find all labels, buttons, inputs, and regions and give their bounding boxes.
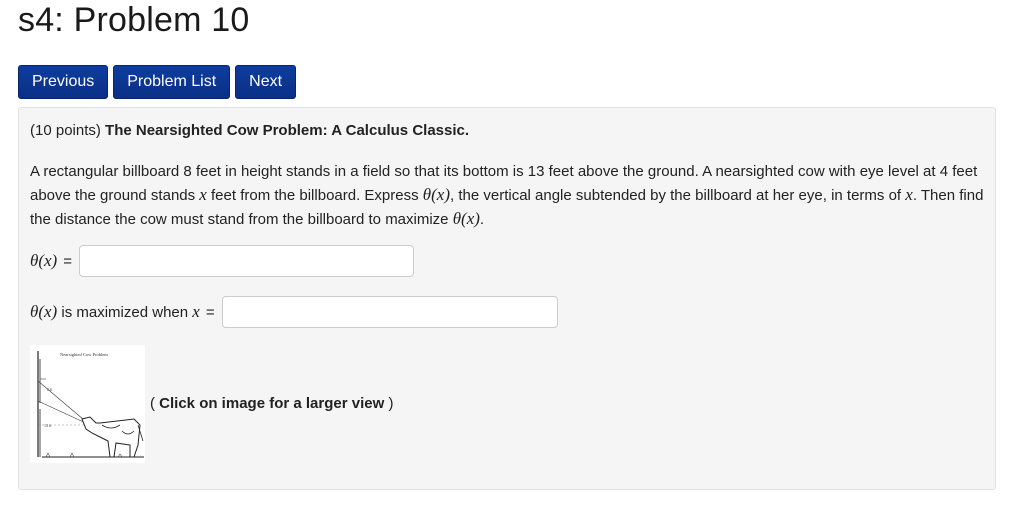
- problem-header: (10 points) The Nearsighted Cow Problem:…: [30, 122, 469, 139]
- click-note-paren: ): [388, 395, 394, 412]
- x-var: x: [192, 302, 200, 321]
- max-text: is maximized when: [57, 303, 193, 321]
- problem-statement: A rectangular billboard 8 feet in height…: [30, 160, 985, 231]
- equals-sign: =: [63, 252, 72, 270]
- statement-text: , the vertical angle subtended by the bi…: [450, 187, 906, 204]
- answer-row-max: θ(x) is maximized when x =: [30, 296, 558, 328]
- theta-label: θ(x): [30, 251, 58, 270]
- points-label: (10 points): [30, 122, 101, 139]
- problem-title: The Nearsighted Cow Problem: A Calculus …: [105, 122, 470, 139]
- statement-text: .: [479, 211, 485, 228]
- theta-answer-input[interactable]: [78, 245, 414, 277]
- math-x: x: [905, 185, 913, 204]
- click-note-paren: (: [150, 395, 155, 412]
- image-label: 13 ft: [44, 423, 52, 428]
- math-theta: θ(x): [452, 209, 480, 228]
- problem-nav: Previous Problem List Next: [18, 65, 297, 99]
- max-x-answer-input[interactable]: [221, 296, 558, 328]
- statement-text: feet from the billboard. Express: [206, 187, 423, 204]
- problem-list-button[interactable]: Problem List: [113, 65, 231, 99]
- math-x: x: [199, 185, 207, 204]
- cow-problem-image[interactable]: Nearsighted Cow Problem 8 ft 13 ft: [30, 345, 145, 463]
- answer-row-theta: θ(x) =: [30, 245, 414, 277]
- previous-button[interactable]: Previous: [18, 65, 109, 99]
- page-title: s4: Problem 10: [18, 1, 250, 39]
- image-caption: Nearsighted Cow Problem: [60, 352, 108, 357]
- click-note: ( Click on image for a larger view ): [150, 395, 393, 412]
- theta-label: θ(x): [30, 302, 58, 321]
- next-button[interactable]: Next: [235, 65, 297, 99]
- math-theta: θ(x): [422, 185, 450, 204]
- click-note-text: Click on image for a larger view: [159, 395, 385, 412]
- equals-sign: =: [205, 303, 215, 321]
- problem-box: (10 points) The Nearsighted Cow Problem:…: [18, 107, 996, 490]
